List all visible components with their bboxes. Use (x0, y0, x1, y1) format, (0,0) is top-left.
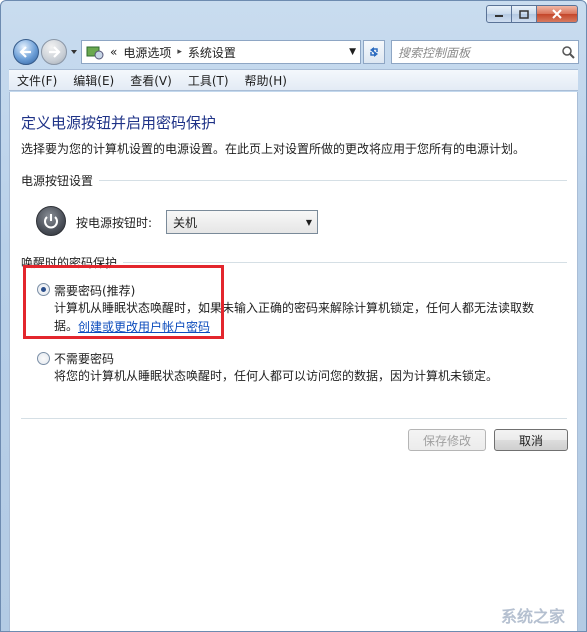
power-button-section-heading: 电源按钮设置 (21, 171, 100, 189)
breadcrumb-separator[interactable]: ▸ (177, 47, 182, 57)
refresh-button[interactable] (363, 40, 385, 64)
back-button[interactable] (13, 39, 39, 65)
maximize-icon (519, 9, 529, 19)
no-password-label[interactable]: 不需要密码 (54, 350, 114, 367)
power-button-section-header: 电源按钮设置 (21, 171, 567, 189)
window-frame: « 电源选项 ▸ 系统设置 ▼ 搜索控制面板 文件(F) 编辑(E) 查看(V)… (0, 0, 587, 632)
history-dropdown-icon[interactable] (69, 47, 79, 57)
section-divider (99, 179, 567, 181)
require-password-desc-line1: 计算机从睡眠状态唤醒时，如果未输入正确的密码来解除计算机锁定，任何人都无法读取数 (54, 301, 535, 315)
caption-buttons (486, 5, 578, 23)
breadcrumb-power-options[interactable]: 电源选项 (123, 44, 171, 61)
power-button-action-value: 关机 (173, 215, 198, 230)
forward-button[interactable] (41, 39, 67, 65)
no-password-desc: 将您的计算机从睡眠状态唤醒时，任何人都可以访问您的数据，因为计算机未锁定。 (54, 369, 499, 383)
control-panel-icon (86, 46, 104, 60)
breadcrumb-system-settings[interactable]: 系统设置 (188, 44, 236, 61)
address-box[interactable]: « 电源选项 ▸ 系统设置 ▼ (81, 40, 361, 64)
require-password-label[interactable]: 需要密码(推荐) (54, 282, 135, 299)
menu-file[interactable]: 文件(F) (9, 72, 65, 89)
menu-help[interactable]: 帮助(H) (237, 72, 295, 89)
search-icon[interactable] (558, 45, 578, 59)
require-password-radio[interactable] (37, 283, 50, 296)
minimize-button[interactable] (486, 5, 512, 23)
section-divider (21, 417, 567, 419)
address-dropdown-icon[interactable]: ▼ (349, 47, 356, 57)
minimize-icon (495, 15, 503, 17)
chevron-down-icon: ▼ (305, 217, 313, 227)
section-divider (123, 261, 567, 263)
content-area: 定义电源按钮并启用密码保护 选择要为您的计算机设置的电源设置。在此页上对设置所做… (9, 92, 578, 631)
menu-tools[interactable]: 工具(T) (180, 72, 237, 89)
menu-view[interactable]: 查看(V) (122, 72, 180, 89)
cancel-button[interactable]: 取消 (494, 429, 568, 451)
back-arrow-icon (19, 46, 31, 58)
forward-arrow-icon (49, 46, 61, 58)
search-placeholder: 搜索控制面板 (398, 45, 471, 60)
require-password-desc-line2: 据。 (54, 319, 79, 333)
page-title: 定义电源按钮并启用密码保护 (21, 114, 217, 132)
power-icon (36, 206, 66, 236)
password-section-heading: 唤醒时的密码保护 (21, 253, 124, 271)
address-overflow[interactable]: « (110, 45, 117, 59)
close-button[interactable] (536, 5, 578, 23)
menu-bar: 文件(F) 编辑(E) 查看(V) 工具(T) 帮助(H) (9, 69, 578, 91)
change-password-link[interactable]: 创建或更改用户帐户密码 (78, 318, 210, 335)
bottom-divider (21, 410, 567, 426)
password-section-header: 唤醒时的密码保护 (21, 253, 567, 271)
address-row: « 电源选项 ▸ 系统设置 ▼ 搜索控制面板 (9, 37, 579, 65)
refresh-icon (370, 47, 378, 57)
search-input[interactable]: 搜索控制面板 (391, 40, 579, 64)
menu-edit[interactable]: 编辑(E) (65, 72, 122, 89)
save-changes-button[interactable]: 保存修改 (408, 429, 486, 451)
maximize-button[interactable] (511, 5, 537, 23)
power-button-action-select[interactable]: 关机 ▼ (166, 210, 318, 234)
power-button-label: 按电源按钮时: (76, 216, 153, 230)
watermark-logo: 系统之家 (500, 607, 565, 626)
no-password-radio[interactable] (37, 352, 50, 365)
close-icon (552, 9, 562, 19)
page-description: 选择要为您的计算机设置的电源设置。在此页上对设置所做的更改将应用于您所有的电源计… (21, 142, 526, 156)
